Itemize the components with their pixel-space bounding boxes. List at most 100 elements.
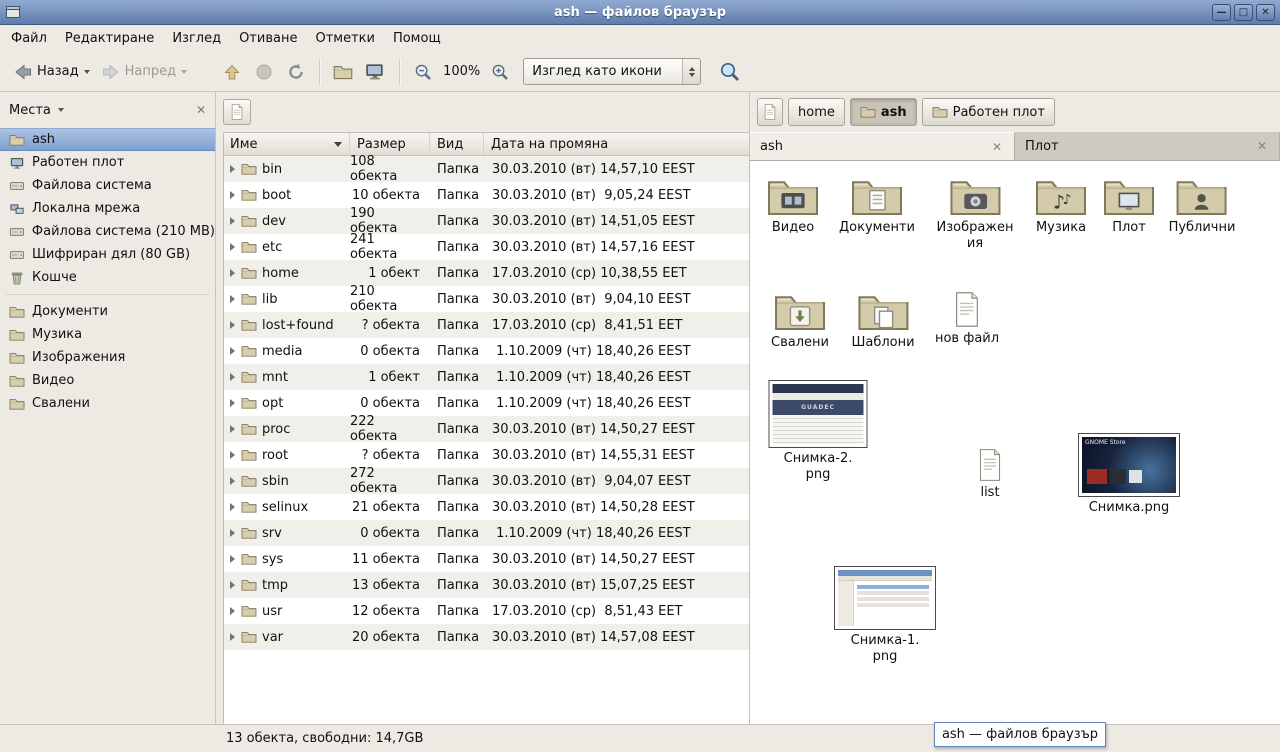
sidebar-selector-chevron-icon[interactable] <box>58 108 64 112</box>
table-row[interactable]: boot10 обектаПапка30.03.2010 (вт) 9,05,2… <box>224 182 749 208</box>
sidebar-item-documents[interactable]: Документи <box>0 300 215 323</box>
icon-item-downloads[interactable]: Свалени <box>771 290 829 351</box>
sidebar-item-pictures[interactable]: Изображения <box>0 346 215 369</box>
sidebar-item-music[interactable]: Музика <box>0 323 215 346</box>
menu-item-2[interactable]: Изглед <box>163 26 230 51</box>
up-button[interactable] <box>216 57 248 87</box>
icon-item-pictures[interactable]: Изображен ия <box>936 175 1013 253</box>
table-row[interactable]: root? обектаПапка30.03.2010 (вт) 14,55,3… <box>224 442 749 468</box>
icon-item-snimka-1[interactable]: Снимка-1. png <box>834 566 936 666</box>
table-row[interactable]: opt0 обектаПапка 1.10.2009 (чт) 18,40,26… <box>224 390 749 416</box>
sidebar-title[interactable]: Места <box>9 103 51 118</box>
sidebar-item-filesystem[interactable]: Файлова система <box>0 174 215 197</box>
tab-ash[interactable]: ash✕ <box>750 132 1015 160</box>
sidebar-item-filesystem-210mb[interactable]: Файлова система (210 MB) <box>0 220 215 243</box>
expander-icon[interactable] <box>230 399 235 407</box>
tab-close-icon[interactable]: ✕ <box>1255 139 1269 153</box>
sidebar-item-trash[interactable]: Кошче <box>0 266 215 289</box>
icon-item-public[interactable]: Публични <box>1169 175 1236 236</box>
expander-icon[interactable] <box>230 451 235 459</box>
table-row[interactable]: tmp13 обектаПапка30.03.2010 (вт) 15,07,2… <box>224 572 749 598</box>
sidebar-item-ash[interactable]: ash <box>0 128 215 151</box>
table-row[interactable]: bin108 обектаПапка30.03.2010 (вт) 14,57,… <box>224 156 749 182</box>
table-row[interactable]: proc222 обектаПапка30.03.2010 (вт) 14,50… <box>224 416 749 442</box>
computer-button[interactable] <box>358 57 392 87</box>
menu-item-3[interactable]: Отиване <box>230 26 306 51</box>
zoom-out-button[interactable] <box>408 58 438 86</box>
expander-icon[interactable] <box>230 529 235 537</box>
icon-item-list[interactable]: list <box>976 448 1004 501</box>
forward-button[interactable]: Напред <box>95 57 192 87</box>
icon-item-music[interactable]: ♪♪Музика <box>1035 175 1087 236</box>
sidebar-item-local-network[interactable]: Локална мрежа <box>0 197 215 220</box>
table-row[interactable]: selinux21 обектаПапка30.03.2010 (вт) 14,… <box>224 494 749 520</box>
back-button[interactable]: Назад <box>7 57 95 87</box>
table-row[interactable]: srv0 обектаПапка 1.10.2009 (чт) 18,40,26… <box>224 520 749 546</box>
expander-icon[interactable] <box>230 191 235 199</box>
table-row[interactable]: etc241 обектаПапка30.03.2010 (вт) 14,57,… <box>224 234 749 260</box>
window-menu-icon[interactable] <box>5 4 21 20</box>
expander-icon[interactable] <box>230 581 235 589</box>
maximize-button[interactable]: □ <box>1234 4 1253 21</box>
expander-icon[interactable] <box>230 425 235 433</box>
table-row[interactable]: lost+found? обектаПапка17.03.2010 (ср) 8… <box>224 312 749 338</box>
expander-icon[interactable] <box>230 555 235 563</box>
minimize-button[interactable]: — <box>1212 4 1231 21</box>
icon-item-snimka-2[interactable]: GUADECСнимка-2. png <box>769 380 868 484</box>
table-row[interactable]: var20 обектаПапка30.03.2010 (вт) 14,57,0… <box>224 624 749 650</box>
expander-icon[interactable] <box>230 347 235 355</box>
sidebar-item-encrypted-80gb[interactable]: Шифриран дял (80 GB) <box>0 243 215 266</box>
table-row[interactable]: sys11 обектаПапка30.03.2010 (вт) 14,50,2… <box>224 546 749 572</box>
icon-item-documents[interactable]: Документи <box>839 175 915 236</box>
titlebar[interactable]: ash — файлов браузър — □ ✕ <box>0 0 1280 25</box>
table-row[interactable]: mnt1 обектПапка 1.10.2009 (чт) 18,40,26 … <box>224 364 749 390</box>
icon-item-new-file[interactable]: нов файл <box>935 291 999 347</box>
sidebar-item-video[interactable]: Видео <box>0 369 215 392</box>
column-header-date[interactable]: Дата на промяна <box>484 133 749 155</box>
sidebar-close-icon[interactable]: ✕ <box>196 103 206 117</box>
column-header-name[interactable]: Име <box>224 133 350 155</box>
column-header-type[interactable]: Вид <box>430 133 484 155</box>
expander-icon[interactable] <box>230 633 235 641</box>
path-root-button[interactable] <box>757 98 783 126</box>
expander-icon[interactable] <box>230 477 235 485</box>
icon-item-video[interactable]: Видео <box>767 175 819 236</box>
sidebar-item-desktop[interactable]: Работен плот <box>0 151 215 174</box>
sidebar-item-downloads[interactable]: Свалени <box>0 392 215 415</box>
expander-icon[interactable] <box>230 269 235 277</box>
expander-icon[interactable] <box>230 503 235 511</box>
menu-item-0[interactable]: Файл <box>2 26 56 51</box>
tab-desktop[interactable]: Плот✕ <box>1015 132 1280 160</box>
table-row[interactable]: media0 обектаПапка 1.10.2009 (чт) 18,40,… <box>224 338 749 364</box>
expander-icon[interactable] <box>230 217 235 225</box>
expander-icon[interactable] <box>230 321 235 329</box>
icon-view[interactable]: Видео Документи Изображен ия ♪♪Музика Плот Пу… <box>750 161 1280 724</box>
path-button-desktop[interactable]: Работен плот <box>922 98 1055 126</box>
path-button-ash[interactable]: ash <box>850 98 917 126</box>
table-row[interactable]: dev190 обектаПапка30.03.2010 (вт) 14,51,… <box>224 208 749 234</box>
table-row[interactable]: home1 обектПапка17.03.2010 (ср) 10,38,55… <box>224 260 749 286</box>
path-button-home[interactable]: home <box>788 98 845 126</box>
expander-icon[interactable] <box>230 243 235 251</box>
list-pane-location-button[interactable] <box>223 99 251 125</box>
menu-item-1[interactable]: Редактиране <box>56 26 163 51</box>
table-row[interactable]: sbin272 обектаПапка30.03.2010 (вт) 9,04,… <box>224 468 749 494</box>
table-row[interactable]: usr12 обектаПапка17.03.2010 (ср) 8,51,43… <box>224 598 749 624</box>
view-selector-spinner-icon[interactable] <box>682 59 700 84</box>
view-selector[interactable]: Изглед като икони <box>523 58 701 85</box>
column-header-size[interactable]: Размер <box>350 133 430 155</box>
expander-icon[interactable] <box>230 165 235 173</box>
taskbar-window-button[interactable]: ash — файлов браузър <box>934 722 1106 747</box>
tab-close-icon[interactable]: ✕ <box>990 140 1004 154</box>
expander-icon[interactable] <box>230 607 235 615</box>
close-button[interactable]: ✕ <box>1256 4 1275 21</box>
menu-item-5[interactable]: Помощ <box>384 26 450 51</box>
expander-icon[interactable] <box>230 295 235 303</box>
icon-item-snimka[interactable]: GNOME StoreСнимка.png <box>1078 433 1180 516</box>
icon-item-desktop[interactable]: Плот <box>1103 175 1155 236</box>
menu-item-4[interactable]: Отметки <box>306 26 383 51</box>
zoom-in-button[interactable] <box>485 58 515 86</box>
search-button[interactable] <box>713 56 747 88</box>
stop-button[interactable] <box>248 57 280 87</box>
expander-icon[interactable] <box>230 373 235 381</box>
